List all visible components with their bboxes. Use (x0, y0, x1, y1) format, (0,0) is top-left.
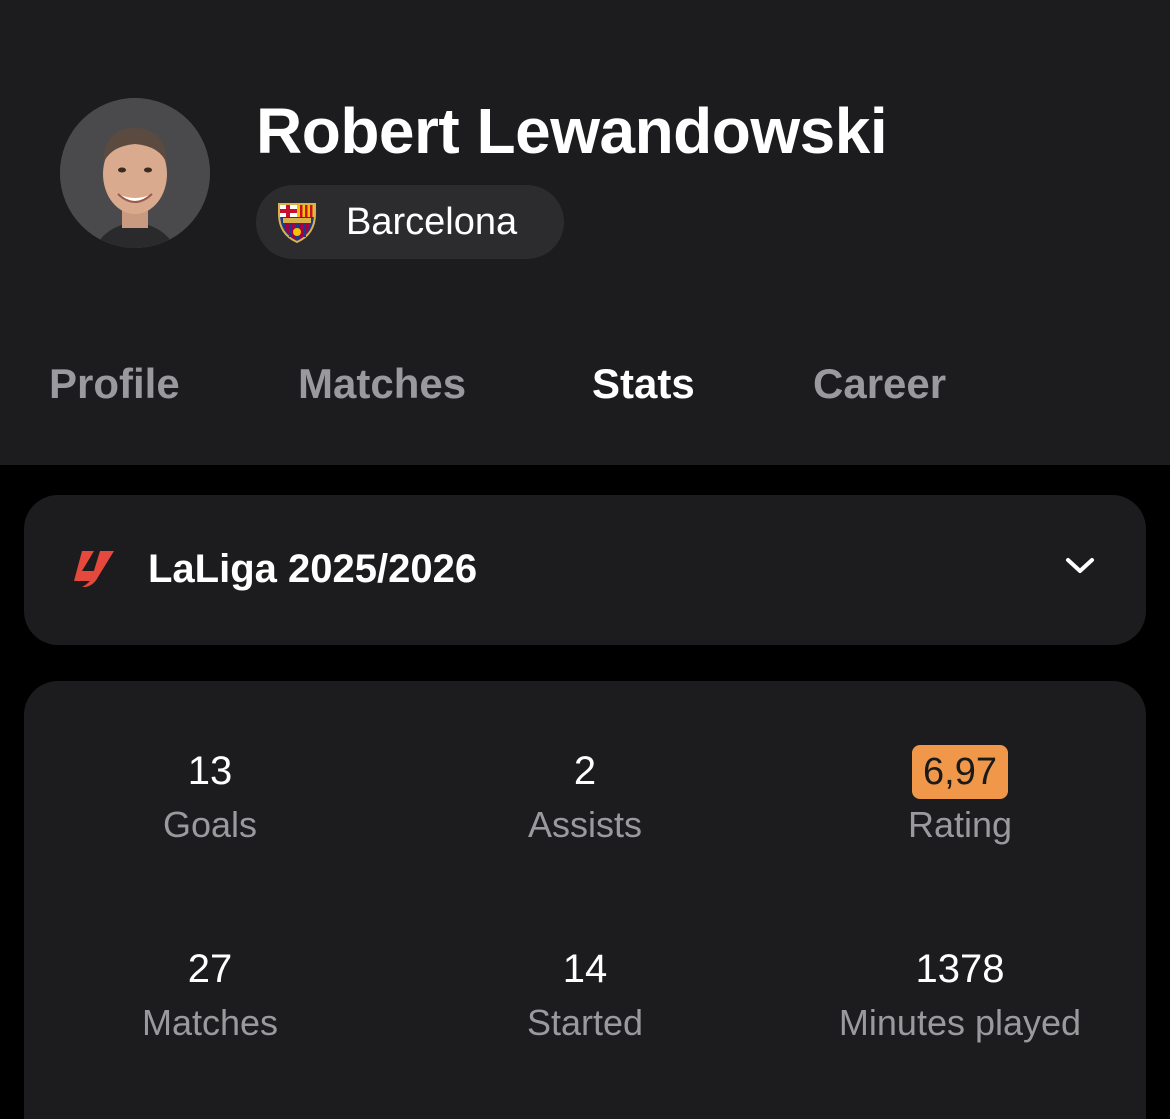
stat-value: 13 (187, 749, 233, 793)
team-name: Barcelona (346, 201, 518, 243)
team-chip[interactable]: Barcelona (256, 185, 564, 259)
stat-goals: 13 Goals (30, 744, 390, 846)
stat-label: Rating (907, 804, 1013, 845)
tab-matches[interactable]: Matches (298, 360, 466, 408)
stat-matches: 27 Matches (30, 942, 390, 1044)
tab-stats[interactable]: Stats (592, 360, 695, 408)
stats-card: 13 Goals 2 Assists 6,97 Rating 27 Matche… (24, 681, 1146, 1119)
stat-value: 27 (187, 947, 233, 991)
league-name: LaLiga 2025/2026 (148, 547, 478, 591)
stat-label: Started (526, 1002, 644, 1043)
stat-label: Goals (162, 804, 258, 845)
stat-minutes-played: 1378 Minutes played (780, 942, 1140, 1044)
stat-assists: 2 Assists (405, 744, 765, 846)
laliga-logo-icon (74, 551, 114, 587)
player-name: Robert Lewandowski (256, 95, 888, 167)
league-selector[interactable]: LaLiga 2025/2026 (24, 495, 1146, 645)
tab-career[interactable]: Career (813, 360, 946, 408)
stat-label: Minutes played (838, 1002, 1082, 1043)
stat-value: 14 (562, 947, 608, 991)
stat-label: Assists (527, 804, 642, 845)
chevron-down-icon[interactable] (1064, 555, 1096, 577)
stat-rating: 6,97 Rating (780, 744, 1140, 846)
player-avatar (60, 98, 210, 248)
rating-badge: 6,97 (912, 745, 1008, 799)
player-header: Robert Lewandowski Barcelona Profile Mat… (0, 0, 1170, 465)
player-photo (60, 98, 210, 248)
stat-started: 14 Started (405, 942, 765, 1044)
stat-value: 2 (573, 749, 597, 793)
barcelona-crest-icon (278, 203, 316, 244)
stat-label: Matches (141, 1002, 279, 1043)
tab-bar: Profile Matches Stats Career (0, 360, 1170, 424)
tab-profile[interactable]: Profile (49, 360, 180, 408)
stat-value: 1378 (915, 947, 1005, 991)
